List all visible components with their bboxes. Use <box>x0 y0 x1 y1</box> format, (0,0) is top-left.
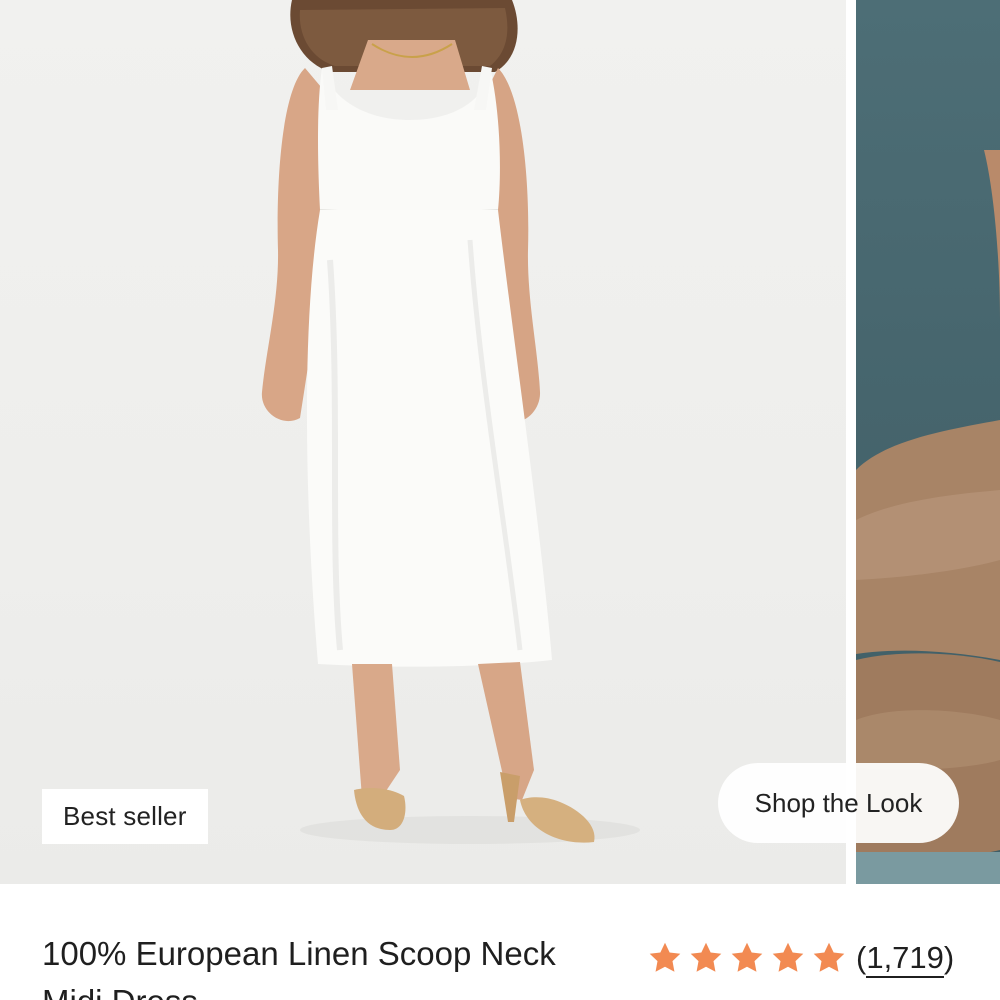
star-icon <box>770 940 806 976</box>
product-title[interactable]: 100% European Linen Scoop Neck Midi Dres… <box>42 930 622 1000</box>
review-count-open: ( <box>856 940 867 975</box>
rating-stars <box>647 940 847 976</box>
best-seller-label: Best seller <box>63 801 187 831</box>
product-image-next[interactable] <box>856 0 1000 884</box>
product-image-main[interactable] <box>0 0 846 884</box>
shop-the-look-button[interactable]: Shop the Look <box>718 763 959 843</box>
model-illustration <box>261 0 640 844</box>
star-icon <box>811 940 847 976</box>
shop-the-look-label: Shop the Look <box>754 787 923 818</box>
review-count-close: ) <box>943 940 955 975</box>
star-icon <box>729 940 765 976</box>
next-image-illustration <box>856 150 1000 884</box>
best-seller-badge: Best seller <box>42 789 208 844</box>
star-icon <box>647 940 683 976</box>
star-icon <box>688 940 724 976</box>
review-count-link[interactable]: (1,719) <box>856 940 955 978</box>
product-rating[interactable]: (1,719) <box>647 936 954 980</box>
review-count-number: 1,719 <box>866 940 944 978</box>
